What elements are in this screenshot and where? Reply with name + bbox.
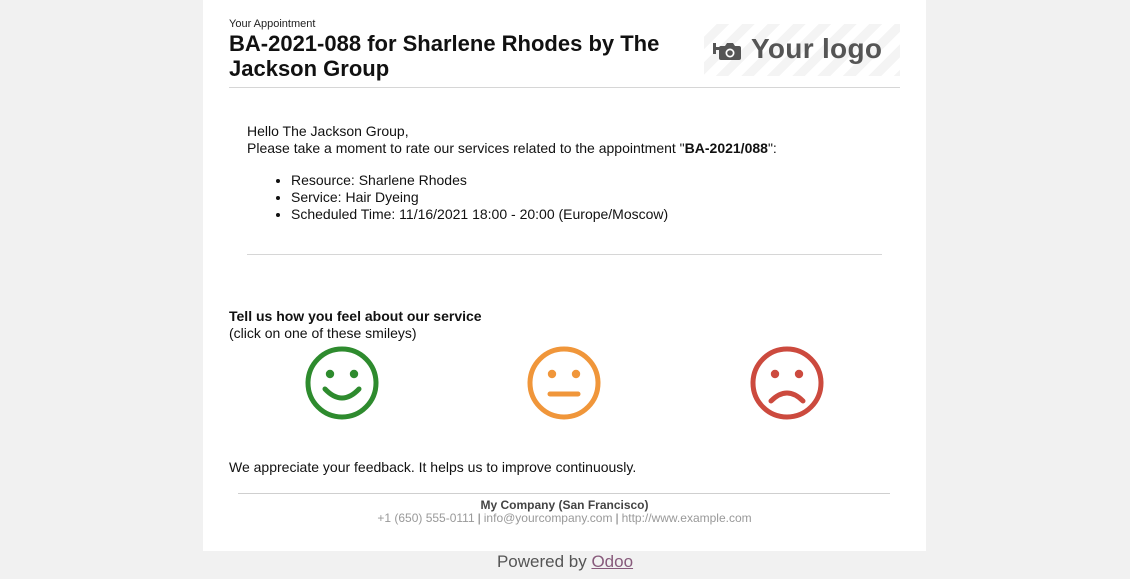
rating-satisfied-link[interactable] — [304, 345, 380, 421]
detail-scheduled-time: Scheduled Time: 11/16/2021 18:00 - 20:00… — [291, 206, 668, 223]
smiley-neutral-icon — [527, 346, 601, 420]
email-card: Your Appointment BA-2021-088 for Sharlen… — [203, 0, 926, 551]
detail-service: Service: Hair Dyeing — [291, 189, 668, 206]
powered-prefix: Powered by — [496, 552, 592, 571]
prompt-prefix: Please take a moment to rate our service… — [247, 140, 685, 156]
rating-dissatisfied-link[interactable] — [749, 345, 825, 421]
appointment-details: Resource: Sharlene Rhodes Service: Hair … — [247, 172, 668, 223]
powered-by: Powered by Odoo — [0, 552, 1130, 572]
camera-plus-icon — [713, 43, 741, 60]
company-contact: +1 (650) 555-0111 | info@yourcompany.com | h… — [377, 511, 752, 525]
company-name: My Company (San Francisco) — [480, 498, 649, 512]
page-title: BA-2021-088 for Sharlene Rhodes by The J… — [229, 31, 660, 81]
rating-title: Tell us how you feel about our service — [229, 308, 482, 324]
logo-text: Your logo — [751, 33, 883, 64]
company-website[interactable]: http://www.example.com — [622, 511, 752, 525]
smiley-sad-icon — [750, 346, 824, 420]
smiley-happy-icon — [305, 346, 379, 420]
company-logo: Your logo — [704, 24, 900, 76]
company-phone: +1 (650) 555-0111 — [377, 511, 475, 525]
header-label: Your Appointment — [229, 18, 316, 30]
prompt-suffix: ": — [767, 140, 777, 156]
detail-resource: Resource: Sharlene Rhodes — [291, 172, 668, 189]
section-divider — [247, 254, 882, 255]
greeting-prompt: Please take a moment to rate our service… — [247, 140, 777, 157]
company-email[interactable]: info@yourcompany.com — [484, 511, 613, 525]
appointment-ref: BA-2021/088 — [684, 140, 768, 156]
odoo-link[interactable]: Odoo — [591, 552, 633, 571]
rating-subtitle: (click on one of these smileys) — [229, 325, 417, 341]
rating-neutral-link[interactable] — [526, 345, 602, 421]
greeting-hello: Hello The Jackson Group, — [247, 123, 409, 139]
email-header: Your Appointment BA-2021-088 for Sharlen… — [229, 17, 900, 88]
footer-divider — [238, 493, 890, 494]
feedback-note: We appreciate your feedback. It helps us… — [229, 459, 637, 475]
greeting: Hello The Jackson Group, Please take a m… — [247, 123, 777, 157]
